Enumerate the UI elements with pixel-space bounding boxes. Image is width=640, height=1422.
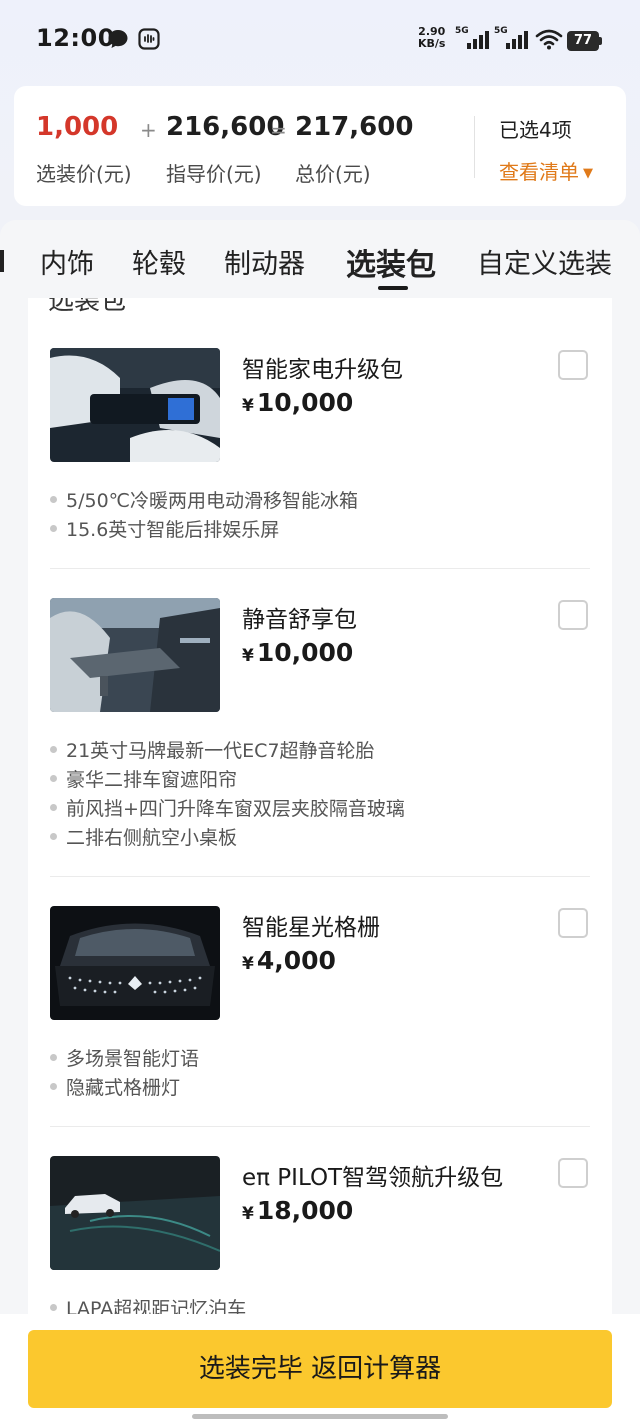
package-checkbox[interactable] — [558, 350, 588, 380]
price-summary-card: 1,000 选装价(元) + 216,600 指导价(元) = 217,600 … — [14, 86, 626, 206]
battery-icon: 77 — [567, 31, 603, 51]
feature-text: 5/50℃冷暖两用电动滑移智能冰箱 — [66, 490, 359, 512]
tab-custom-options[interactable]: 自定义选装 — [477, 242, 612, 281]
tab-option-packages[interactable]: 选装包 — [346, 240, 436, 284]
currency-symbol: ¥ — [242, 646, 254, 666]
feature-text: 15.6英寸智能后排娱乐屏 — [66, 519, 280, 541]
caret-down-icon: ▼ — [583, 166, 593, 181]
feature-text: 二排右侧航空小桌板 — [66, 827, 238, 849]
battery-level: 77 — [567, 31, 599, 51]
package-name: 智能家电升级包 — [242, 357, 403, 383]
guide-price-label: 指导价(元) — [166, 162, 262, 186]
app-notification-icon — [138, 28, 160, 50]
feature-item: 隐藏式格栅灯 — [50, 1073, 180, 1100]
equals-sign: = — [270, 118, 287, 142]
package-name: 静音舒享包 — [242, 607, 357, 633]
feature-item: 多场景智能灯语 — [50, 1044, 199, 1071]
parking-thumbnail — [50, 1156, 220, 1270]
view-list-link[interactable]: 查看清单 ▼ — [499, 156, 593, 185]
feature-item: 前风挡+四门升降车窗双层夹胶隔音玻璃 — [50, 794, 405, 821]
package-price: ¥18,000 — [242, 1196, 353, 1225]
network-speed-unit: KB/s — [418, 37, 446, 50]
guide-price-value: 216,600 — [166, 112, 285, 142]
feature-item: 21英寸马牌最新一代EC7超静音轮胎 — [50, 736, 375, 763]
option-price-label: 选装价(元) — [36, 162, 132, 186]
network-speed: 2.90 KB/s — [418, 26, 445, 50]
divider — [474, 116, 475, 178]
tab-wheels[interactable]: 轮毂 — [132, 242, 186, 281]
fridge-thumbnail — [50, 348, 220, 462]
package-price-value: 18,000 — [256, 1196, 354, 1225]
tab-brakes[interactable]: 制动器 — [224, 242, 305, 281]
feature-text: 隐藏式格栅灯 — [66, 1077, 181, 1099]
home-indicator[interactable] — [192, 1414, 448, 1419]
done-return-button[interactable]: 选装完毕 返回计算器 — [28, 1330, 612, 1408]
package-checkbox[interactable] — [558, 600, 588, 630]
feature-item: 二排右侧航空小桌板 — [50, 823, 237, 850]
table-thumbnail — [50, 598, 220, 712]
tab-overflow-edge — [0, 250, 4, 272]
package-price: ¥4,000 — [242, 946, 336, 975]
currency-symbol: ¥ — [242, 954, 254, 974]
view-list-label: 查看清单 — [499, 160, 579, 184]
currency-symbol: ¥ — [242, 396, 254, 416]
packages-list: 选装包 智能家电升级包 ¥10,000 5/50℃冷暖两用电动滑移智能冰箱 15… — [28, 298, 612, 1328]
feature-text: 21英寸马牌最新一代EC7超静音轮胎 — [66, 740, 375, 762]
feature-text: 多场景智能灯语 — [66, 1048, 200, 1070]
currency-symbol: ¥ — [242, 1204, 254, 1224]
package-checkbox[interactable] — [558, 1158, 588, 1188]
feature-item: 15.6英寸智能后排娱乐屏 — [50, 515, 279, 542]
section-title: 选装包 — [48, 298, 127, 316]
feature-item: 5/50℃冷暖两用电动滑移智能冰箱 — [50, 486, 358, 513]
option-price-value: 1,000 — [36, 112, 119, 142]
package-price: ¥10,000 — [242, 388, 353, 417]
separator — [50, 876, 590, 877]
tab-interior[interactable]: 内饰 — [40, 242, 94, 281]
package-price-value: 10,000 — [256, 388, 354, 417]
total-price-value: 217,600 — [295, 112, 414, 142]
feature-item: 豪华二排车窗遮阳帘 — [50, 765, 237, 792]
status-bar: 12:00 2.90 KB/s 5G 5G 77 — [0, 0, 640, 80]
total-price-label: 总价(元) — [295, 162, 371, 186]
package-name: eπ PILOT智驾领航升级包 — [242, 1165, 504, 1191]
status-time: 12:00 — [36, 24, 115, 52]
package-checkbox[interactable] — [558, 908, 588, 938]
package-price: ¥10,000 — [242, 638, 353, 667]
package-price-value: 4,000 — [256, 946, 336, 975]
plus-sign: + — [140, 118, 157, 142]
selected-count: 已选4项 — [499, 118, 572, 142]
active-tab-indicator — [378, 286, 408, 290]
separator — [50, 1126, 590, 1127]
grille-thumbnail — [50, 906, 220, 1020]
package-name: 智能星光格栅 — [242, 915, 380, 941]
chat-bubble-icon — [108, 30, 128, 48]
package-price-value: 10,000 — [256, 638, 354, 667]
wifi-icon — [535, 29, 563, 50]
feature-text: 前风挡+四门升降车窗双层夹胶隔音玻璃 — [66, 798, 405, 820]
feature-text: 豪华二排车窗遮阳帘 — [66, 769, 238, 791]
separator — [50, 568, 590, 569]
